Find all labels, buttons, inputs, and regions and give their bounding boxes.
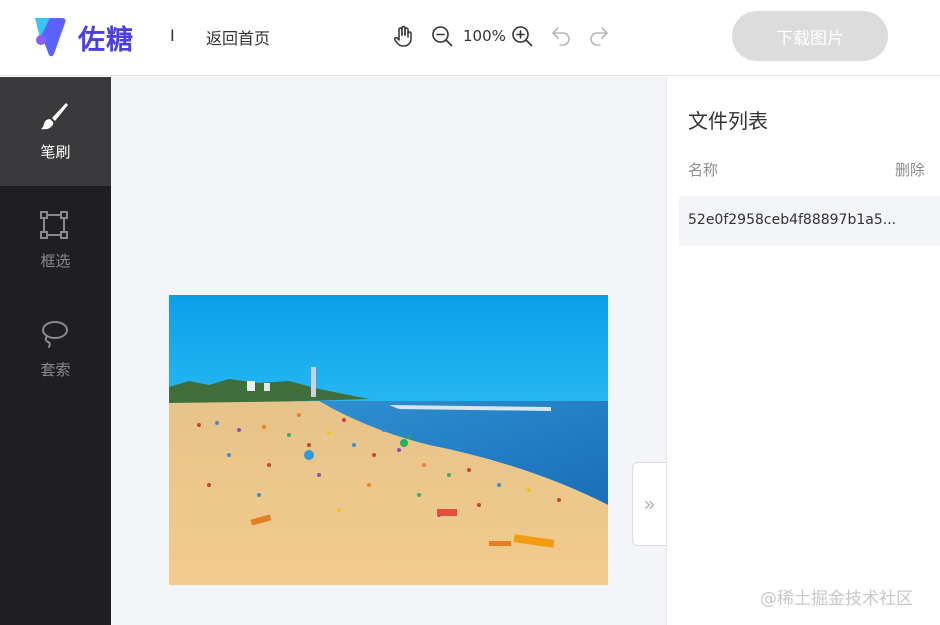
tool-sidebar: 笔刷 框选 套索 xyxy=(0,77,111,625)
file-name: 52e0f2958ceb4f88897b1a5... xyxy=(688,212,897,228)
sidebar-item-lasso[interactable]: 套索 xyxy=(0,295,111,404)
app-logo-icon xyxy=(35,18,66,57)
undo-icon[interactable] xyxy=(549,24,573,48)
editing-canvas[interactable] xyxy=(111,77,666,625)
lasso-icon xyxy=(42,321,68,348)
watermark-text: @稀土掘金技术社区 xyxy=(760,589,913,609)
column-header-delete: 删除 xyxy=(894,161,925,179)
zoom-out-icon[interactable] xyxy=(430,24,454,48)
sidebar-item-label: 笔刷 xyxy=(40,143,71,161)
header-separator: I xyxy=(170,26,175,45)
file-list-panel: 文件列表 名称 删除 52e0f2958ceb4f88897b1a5... xyxy=(666,77,940,625)
zoom-in-icon[interactable] xyxy=(510,24,534,48)
sidebar-item-brush[interactable]: 笔刷 xyxy=(0,77,111,186)
file-list-title: 文件列表 xyxy=(688,109,768,133)
box-select-icon xyxy=(40,211,68,239)
back-to-home-link[interactable]: 返回首页 xyxy=(206,25,270,49)
beach-photo[interactable] xyxy=(169,295,608,585)
sidebar-item-box-select[interactable]: 框选 xyxy=(0,186,111,295)
download-image-button[interactable]: 下载图片 xyxy=(732,11,888,61)
sidebar-item-label: 框选 xyxy=(40,252,71,270)
top-toolbar: 佐糖 I 返回首页 100% 下载图片 xyxy=(0,0,940,76)
sidebar-item-label: 套索 xyxy=(40,361,71,379)
zoom-level: 100% xyxy=(463,27,506,45)
brand-name: 佐糖 xyxy=(78,25,134,56)
hand-pan-icon[interactable] xyxy=(391,24,415,48)
collapse-panel-button[interactable]: » xyxy=(632,462,666,546)
redo-icon[interactable] xyxy=(587,24,611,48)
file-list-item[interactable]: 52e0f2958ceb4f88897b1a5... xyxy=(679,196,940,246)
brush-icon xyxy=(41,103,68,130)
column-header-name: 名称 xyxy=(688,161,719,179)
app-window: 佐糖 I 返回首页 100% 下载图片 笔刷 框选 套索 » 文件列表 名称 删… xyxy=(0,0,940,625)
